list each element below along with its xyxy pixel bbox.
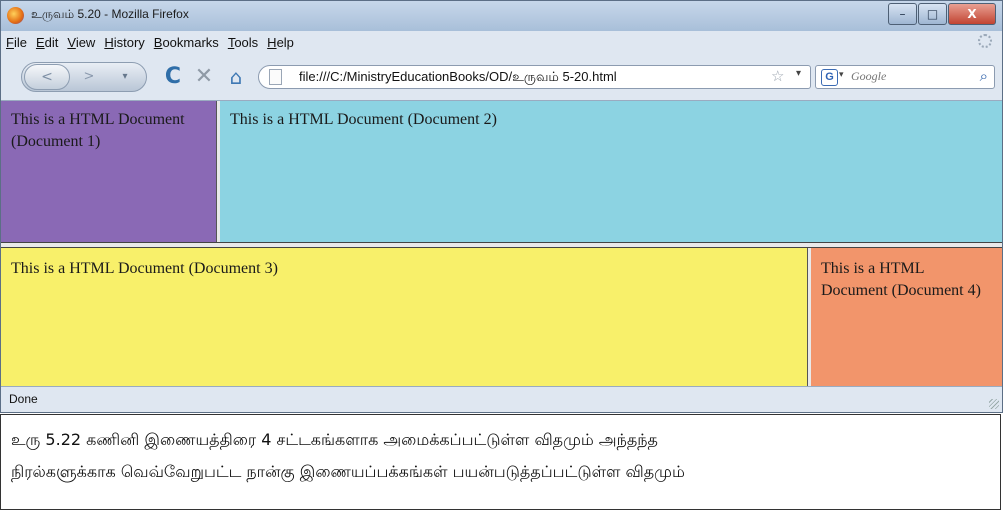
stop-icon[interactable]: ✕ bbox=[191, 63, 217, 91]
back-button[interactable]: < bbox=[24, 64, 70, 90]
menu-help[interactable]: Help bbox=[263, 35, 298, 50]
window-title: உருவம் 5.20 - Mozilla Firefox bbox=[31, 7, 189, 21]
search-input[interactable] bbox=[851, 69, 961, 84]
minimize-button[interactable]: – bbox=[888, 3, 917, 25]
menu-tools[interactable]: Tools bbox=[224, 35, 262, 50]
url-text[interactable]: file:///C:/MinistryEducationBooks/OD/உரு… bbox=[299, 69, 617, 86]
page-icon bbox=[269, 69, 282, 85]
status-bar: Done bbox=[1, 386, 1002, 412]
title-bar[interactable]: உருவம் 5.20 - Mozilla Firefox – □ X bbox=[1, 1, 1002, 31]
frame-document-1: This is a HTML Document (Document 1) bbox=[1, 101, 216, 242]
reload-icon[interactable]: C bbox=[159, 63, 187, 91]
throbber-icon bbox=[978, 34, 992, 48]
maximize-button[interactable]: □ bbox=[918, 3, 947, 25]
search-engine-dropdown-icon[interactable]: ▾ bbox=[839, 70, 844, 80]
navigation-toolbar: < > ▾ C ✕ ⌂ file:///C:/MinistryEducation… bbox=[1, 53, 1002, 101]
search-engine-icon[interactable]: G bbox=[821, 69, 838, 86]
window-controls: – □ X bbox=[887, 3, 996, 25]
search-bar: G ▾ ⌕ bbox=[815, 65, 995, 89]
status-text: Done bbox=[9, 392, 38, 406]
close-button[interactable]: X bbox=[948, 3, 996, 25]
menu-bar: File Edit View History Bookmarks Tools H… bbox=[1, 31, 1002, 53]
history-dropdown-icon[interactable]: ▾ bbox=[114, 68, 136, 86]
frame-document-2: This is a HTML Document (Document 2) bbox=[220, 101, 1002, 242]
url-bar[interactable]: file:///C:/MinistryEducationBooks/OD/உரு… bbox=[258, 65, 811, 89]
forward-button[interactable]: > bbox=[72, 67, 106, 87]
menu-file[interactable]: File bbox=[2, 35, 31, 50]
bookmark-star-icon[interactable]: ☆ bbox=[771, 67, 784, 85]
frame-document-4: This is a HTML Document (Document 4) bbox=[811, 248, 1002, 386]
menu-history[interactable]: History bbox=[100, 35, 148, 50]
menu-view[interactable]: View bbox=[63, 35, 99, 50]
figure-caption: உரு 5.22 கணினி இணையத்திரை 4 சட்டகங்களாக … bbox=[0, 414, 1001, 510]
back-forward-group: < > ▾ bbox=[21, 62, 147, 92]
menu-edit[interactable]: Edit bbox=[32, 35, 62, 50]
url-dropdown-icon[interactable]: ▾ bbox=[796, 68, 801, 79]
menu-bookmarks[interactable]: Bookmarks bbox=[150, 35, 223, 50]
frame-document-3: This is a HTML Document (Document 3) bbox=[1, 248, 807, 386]
frameset-content: This is a HTML Document (Document 1) Thi… bbox=[1, 101, 1002, 386]
caption-line-2: நிரல்களுக்காக வெவ்வேறுபட்ட நான்கு இணையப்… bbox=[11, 462, 685, 481]
caption-line-1: உரு 5.22 கணினி இணையத்திரை 4 சட்டகங்களாக … bbox=[11, 430, 658, 449]
firefox-icon bbox=[7, 7, 24, 24]
browser-window: உருவம் 5.20 - Mozilla Firefox – □ X File… bbox=[0, 0, 1003, 413]
search-go-icon[interactable]: ⌕ bbox=[980, 67, 988, 85]
resize-grip-icon[interactable] bbox=[989, 399, 999, 409]
home-icon[interactable]: ⌂ bbox=[221, 63, 251, 91]
